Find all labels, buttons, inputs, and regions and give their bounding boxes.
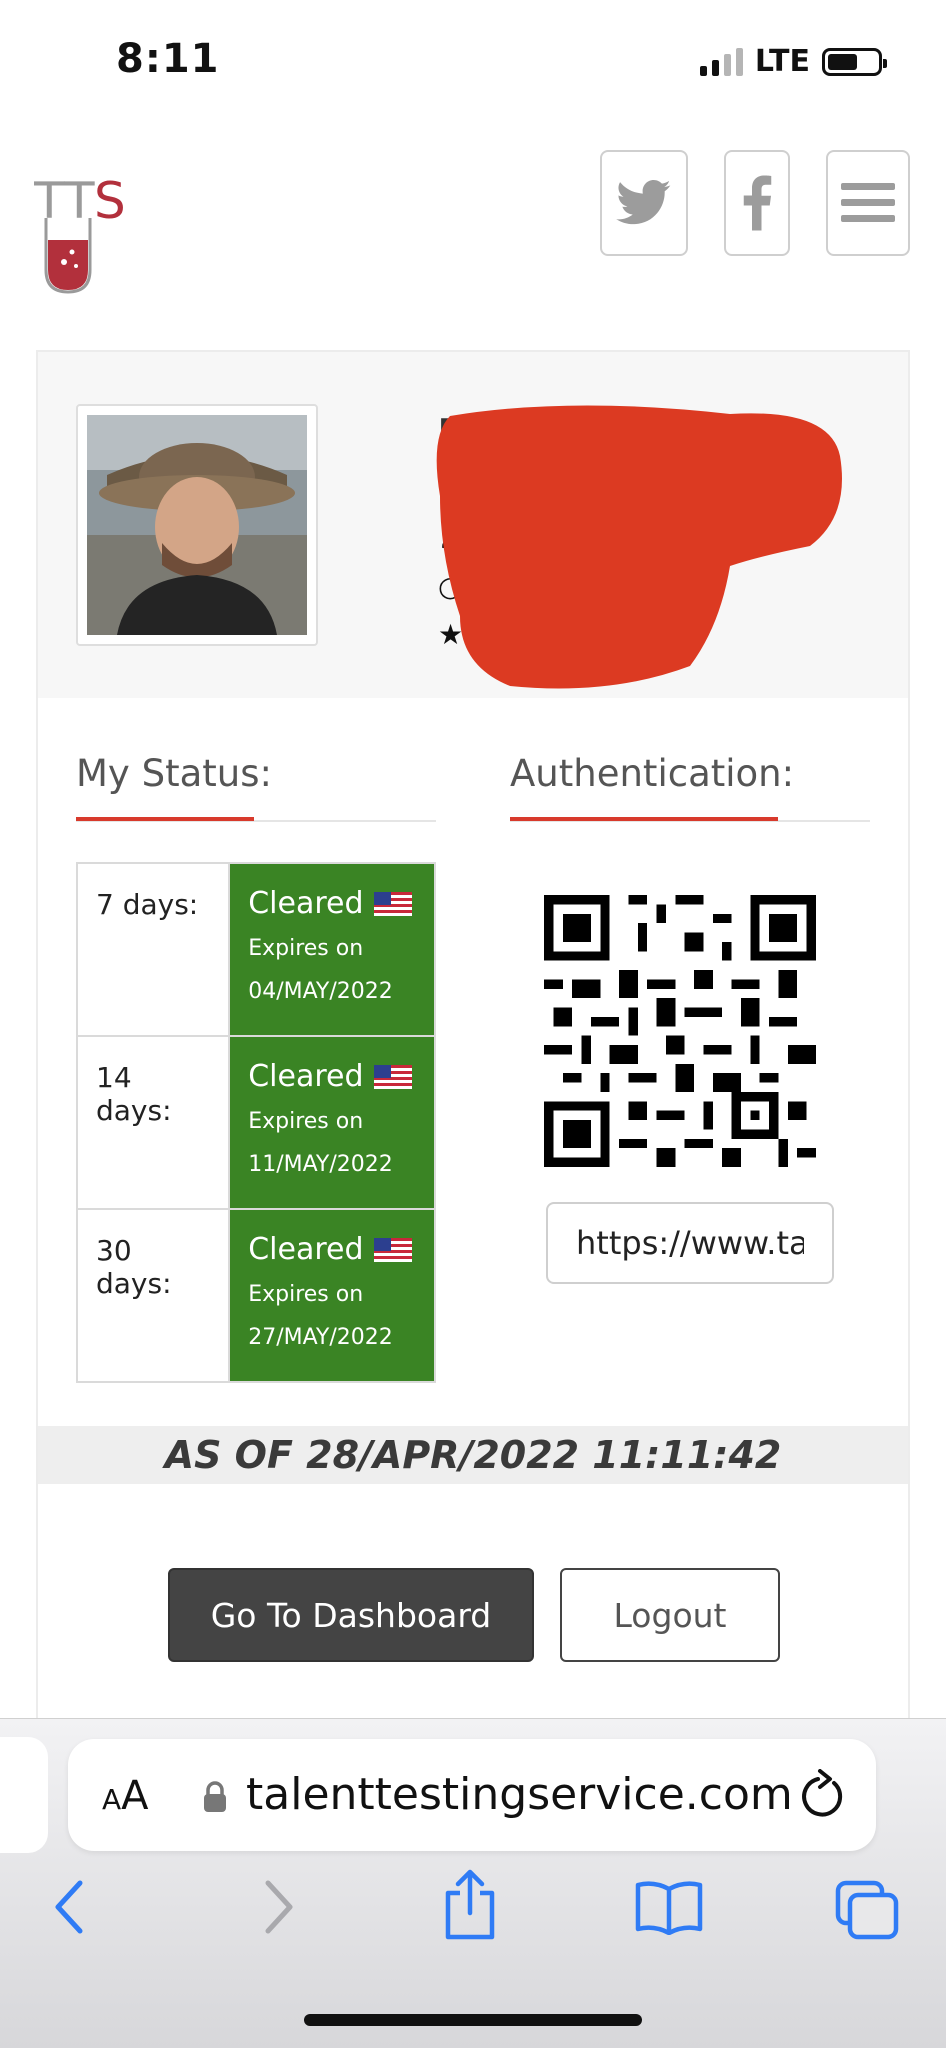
- expires-date: 11/MAY/2022: [248, 1152, 393, 1177]
- address-bar[interactable]: AA talenttestingservice.com: [68, 1739, 876, 1851]
- tts-logo[interactable]: T T S: [33, 170, 134, 300]
- table-row: 30 days: Cleared Expires on 27/MAY/2022: [75, 1208, 436, 1383]
- status-bar: 8:11 LTE: [0, 0, 946, 120]
- auth-title-accent: [510, 817, 778, 821]
- expires-date: 27/MAY/2022: [248, 1325, 393, 1350]
- reader-settings-button[interactable]: AA: [102, 1773, 149, 1819]
- profile-card: M ♟ ○ ★ My Status: Authentication: 7 day…: [36, 350, 910, 1720]
- expires-date: 04/MAY/2022: [248, 979, 393, 1004]
- period-label: 7 days:: [75, 862, 231, 1037]
- avatar: [76, 404, 318, 646]
- domain-label: talenttestingservice.com: [246, 1769, 793, 1820]
- redaction-mark: [436, 405, 842, 689]
- result-cell: Cleared Expires on 04/MAY/2022: [228, 862, 436, 1037]
- table-row: 7 days: Cleared Expires on 04/MAY/2022: [75, 862, 436, 1037]
- test-tube-logo-icon: T T S: [33, 172, 126, 294]
- status-indicators: LTE: [699, 44, 887, 79]
- period-label: 30 days:: [75, 1208, 231, 1383]
- table-row: 14 days: Cleared Expires on 11/MAY/2022: [75, 1035, 436, 1210]
- profile-photo: [87, 415, 307, 635]
- back-icon[interactable]: [48, 1879, 92, 1935]
- home-indicator[interactable]: [304, 2014, 642, 2026]
- us-flag-icon: [373, 1237, 412, 1262]
- status-time: 8:11: [116, 36, 220, 82]
- us-flag-icon: [373, 1064, 412, 1089]
- status-title-accent: [76, 817, 254, 821]
- battery-icon: [822, 47, 887, 76]
- result-cell: Cleared Expires on 27/MAY/2022: [228, 1208, 436, 1383]
- as-of-timestamp: AS OF 28/APR/2022 11:11:42: [38, 1426, 908, 1484]
- us-flag-icon: [373, 891, 412, 916]
- authentication-title: Authentication:: [510, 752, 795, 795]
- result-cell: Cleared Expires on 11/MAY/2022: [228, 1035, 436, 1210]
- share-icon[interactable]: [442, 1869, 498, 1941]
- svg-text:S: S: [94, 172, 126, 230]
- twitter-icon: [616, 180, 671, 225]
- facebook-button[interactable]: [724, 150, 790, 256]
- expires-label: Expires on: [248, 936, 364, 961]
- signal-icon: [699, 47, 743, 76]
- qr-code: [544, 895, 816, 1167]
- my-status-title: My Status:: [76, 752, 272, 795]
- go-to-dashboard-button[interactable]: Go To Dashboard: [168, 1568, 534, 1662]
- bookmarks-icon[interactable]: [634, 1879, 704, 1935]
- forward-icon[interactable]: [256, 1879, 300, 1935]
- lock-icon: [204, 1781, 226, 1812]
- network-label: LTE: [754, 44, 810, 79]
- expires-label: Expires on: [248, 1282, 364, 1307]
- status-value: Cleared: [248, 1232, 364, 1267]
- status-value: Cleared: [248, 1059, 364, 1094]
- logout-button[interactable]: Logout: [560, 1568, 780, 1662]
- auth-url-field[interactable]: [546, 1202, 834, 1284]
- facebook-icon: [743, 175, 772, 231]
- previous-tab-preview[interactable]: [0, 1737, 48, 1853]
- hamburger-menu-icon: [841, 183, 895, 222]
- browser-toolbar: AA talenttestingservice.com: [0, 1718, 946, 2048]
- expires-label: Expires on: [248, 1109, 364, 1134]
- status-table: 7 days: Cleared Expires on 04/MAY/2022 1…: [75, 862, 436, 1383]
- profile-band: M ♟ ○ ★: [38, 352, 908, 698]
- menu-button[interactable]: [826, 150, 910, 256]
- status-value: Cleared: [248, 886, 364, 921]
- svg-text:T: T: [34, 172, 65, 230]
- tabs-icon[interactable]: [834, 1879, 900, 1941]
- reload-icon[interactable]: [798, 1769, 848, 1821]
- twitter-button[interactable]: [600, 150, 688, 256]
- period-label: 14 days:: [75, 1035, 231, 1210]
